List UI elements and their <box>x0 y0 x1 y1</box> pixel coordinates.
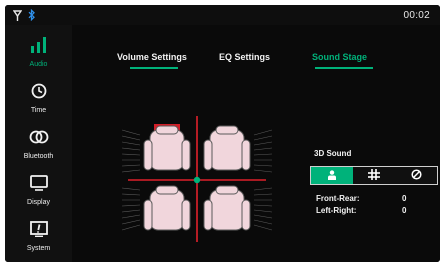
display-icon <box>29 174 48 196</box>
status-icons <box>12 8 35 26</box>
off-icon <box>410 167 422 185</box>
main-panel: Volume Settings EQ Settings Sound Stage <box>72 25 440 262</box>
sidebar-item-bluetooth[interactable]: Bluetooth <box>5 121 72 167</box>
sidebar-item-system[interactable]: System <box>5 213 72 259</box>
driver-seat-icon <box>327 167 337 185</box>
sidebar-item-time[interactable]: Time <box>5 75 72 121</box>
tab-underline-volume <box>130 67 178 69</box>
3d-sound-title: 3D Sound <box>314 149 352 158</box>
tab-volume-settings[interactable]: Volume Settings <box>117 52 187 62</box>
front-rear-label: Front-Rear: <box>316 194 360 203</box>
equalizer-bars-icon <box>30 36 48 58</box>
mode-all-seats-button[interactable] <box>353 167 395 184</box>
all-seats-icon <box>368 167 380 185</box>
front-rear-value: 0 <box>402 194 407 203</box>
sidebar-item-label: System <box>26 244 51 252</box>
sidebar-item-label: Time <box>30 106 47 114</box>
sidebar-item-label: Display <box>27 198 50 206</box>
tab-sound-stage[interactable]: Sound Stage <box>312 52 367 62</box>
mode-driver-button[interactable] <box>311 167 353 184</box>
seat-front-right[interactable] <box>203 125 251 171</box>
sidebar: Audio Time Bluetooth Display System <box>5 25 72 262</box>
head-unit-display: 00:02 Audio Time Bluetooth Display Syste… <box>5 5 440 262</box>
seat-rear-right[interactable] <box>203 185 251 231</box>
signal-icon <box>12 8 23 26</box>
system-info-icon <box>29 220 48 242</box>
seat-rear-left[interactable] <box>143 185 191 231</box>
tab-eq-settings[interactable]: EQ Settings <box>219 52 270 62</box>
sound-stage-map[interactable] <box>121 110 273 245</box>
seat-front-left[interactable] <box>143 125 191 171</box>
sidebar-item-label: Audio <box>29 60 48 68</box>
left-right-value: 0 <box>402 206 407 215</box>
mode-off-button[interactable] <box>395 167 437 184</box>
status-time: 00:02 <box>403 10 430 21</box>
sidebar-item-label: Bluetooth <box>23 152 54 160</box>
bluetooth-icon <box>28 8 35 26</box>
sidebar-item-display[interactable]: Display <box>5 167 72 213</box>
sidebar-item-audio[interactable]: Audio <box>5 29 72 75</box>
clock-icon <box>31 83 47 104</box>
tab-underline-sound-stage <box>315 67 373 69</box>
3d-sound-mode-selector <box>310 166 438 185</box>
sound-focus-handle[interactable] <box>193 176 201 184</box>
status-bar: 00:02 <box>5 5 440 25</box>
bluetooth-link-icon <box>29 129 49 150</box>
left-right-label: Left-Right: <box>316 206 357 215</box>
screen: 00:02 Audio Time Bluetooth Display Syste… <box>0 0 445 267</box>
